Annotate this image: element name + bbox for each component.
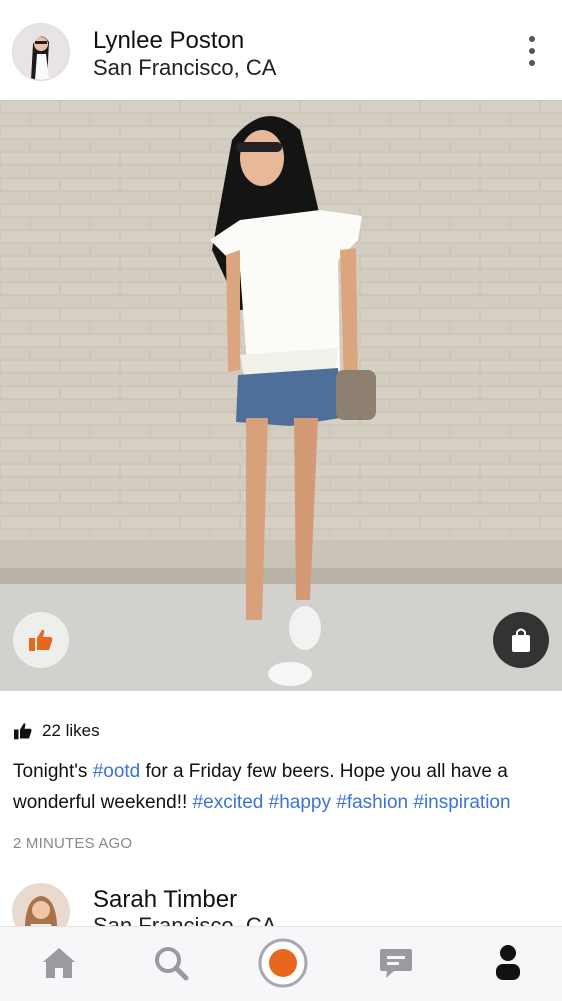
camera-record-icon xyxy=(258,938,308,988)
hashtag-link[interactable]: #ootd xyxy=(93,761,141,782)
like-button[interactable] xyxy=(13,612,69,668)
post-header: Lynlee Poston San Francisco, CA xyxy=(0,0,562,100)
post-photo[interactable] xyxy=(0,100,562,691)
post-caption: Tonight's #ootd for a Friday few beers. … xyxy=(13,756,553,818)
caption-text: Tonight's xyxy=(13,761,93,782)
dot-icon xyxy=(529,36,535,42)
tab-camera[interactable] xyxy=(257,937,309,989)
tab-home[interactable] xyxy=(33,937,85,989)
hashtag-link[interactable]: #fashion xyxy=(336,792,408,813)
likes-row[interactable]: 22 likes xyxy=(13,719,100,743)
next-post-header: Sarah Timber San Francisco, CA xyxy=(0,880,562,930)
search-icon xyxy=(155,947,189,981)
dot-icon xyxy=(529,60,535,66)
dot-icon xyxy=(529,48,535,54)
messages-icon xyxy=(380,949,412,978)
user-avatar[interactable] xyxy=(12,883,70,930)
more-options-button[interactable] xyxy=(518,36,546,66)
hashtag-link[interactable]: #inspiration xyxy=(413,792,510,813)
likes-count: 22 likes xyxy=(42,721,100,740)
hashtag-link[interactable]: #excited xyxy=(193,792,264,813)
profile-icon xyxy=(496,945,520,980)
thumbs-up-icon xyxy=(14,723,32,740)
bottom-tab-bar xyxy=(0,926,562,1001)
shopping-bag-icon xyxy=(512,628,530,652)
shop-button[interactable] xyxy=(493,612,549,668)
home-icon xyxy=(43,948,75,978)
tab-messages[interactable] xyxy=(370,937,422,989)
tab-search[interactable] xyxy=(145,937,197,989)
user-location: San Francisco, CA xyxy=(93,55,277,80)
thumbs-up-icon xyxy=(29,629,53,651)
hashtag-link[interactable]: #happy xyxy=(269,792,331,813)
user-avatar[interactable] xyxy=(12,23,70,81)
tab-profile[interactable] xyxy=(482,937,534,989)
post-timestamp: 2 MINUTES AGO xyxy=(13,835,133,852)
user-name[interactable]: Sarah Timber xyxy=(93,886,237,914)
user-name[interactable]: Lynlee Poston xyxy=(93,27,244,55)
